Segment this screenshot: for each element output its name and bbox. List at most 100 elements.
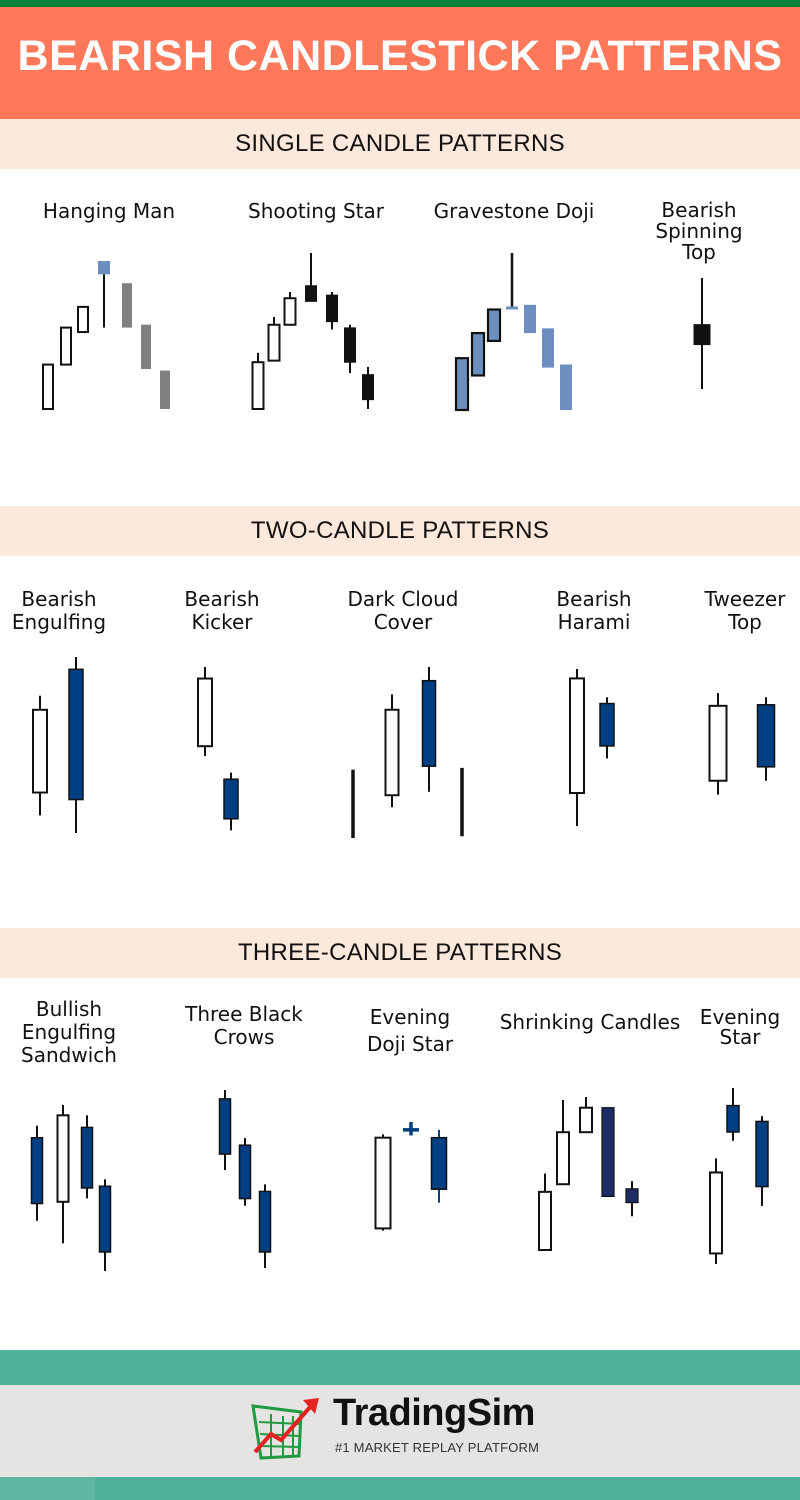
candle [384,694,400,808]
pattern-label-evening-doji-star: Evening Doji Star [366,1005,454,1056]
candle [258,1184,272,1268]
candle-body [524,304,536,334]
candle-body [579,1106,593,1134]
candle-body [251,361,265,411]
candle [42,363,54,411]
candle [430,1129,448,1203]
section-band-single: SINGLE CANDLE PATTERNS [0,119,800,169]
pattern-bearish-spinning-top [693,278,711,389]
candle [756,697,776,781]
candle [80,1115,94,1199]
brand-logo[interactable]: TradingSim #1 MARKET REPLAY PLATFORM [245,1390,545,1470]
candle-body [708,704,728,782]
candle [625,1181,639,1217]
candle-body [560,364,572,410]
candle-body [32,708,48,794]
section-heading: THREE-CANDLE PATTERNS [237,939,563,966]
candle-body [430,1136,448,1190]
candle-body [160,370,170,409]
candle [218,1090,232,1171]
section-band-three: THREE-CANDLE PATTERNS [0,928,800,978]
candle-body [569,677,585,795]
candle [601,1107,615,1198]
pattern-label-shooting-star: Shooting Star [248,199,384,223]
candle-body [344,327,356,363]
candle-body [218,1098,232,1155]
candle [726,1088,740,1141]
candle-body [197,677,213,748]
candle [68,657,84,833]
brand-tagline: #1 MARKET REPLAY PLATFORM [335,1440,540,1455]
candle [238,1138,252,1206]
pattern-label-dark-cloud-cover: Dark Cloud Cover [347,587,459,634]
candle [32,695,48,816]
candle [56,1104,70,1244]
footer-banner: TradingSim #1 MARKET REPLAY PLATFORM [0,1350,800,1500]
pattern-label-tweezer-top: Tweezer Top [704,587,786,634]
candle [693,278,711,389]
candle [569,669,585,826]
candle-body [755,1120,769,1188]
candle [542,328,554,368]
candle-body [693,324,711,346]
pattern-evening-doji-star [374,1122,448,1231]
candle [755,1116,769,1206]
candle [77,305,89,334]
pattern-bullish-engulfing-sandwich [30,1104,112,1271]
candle-body [362,374,374,401]
candle [506,253,518,310]
section-heading: TWO-CANDLE PATTERNS [250,517,550,544]
candle-body [77,305,89,334]
candle [305,253,317,302]
pattern-dark-cloud-cover [351,667,464,838]
candle [362,366,374,409]
candle [251,352,265,411]
candle [223,772,239,831]
footer-bg-bottom [0,1477,800,1500]
candle-body [374,1136,392,1230]
pattern-tweezer-top [708,693,776,795]
candle-body [238,1144,252,1200]
candle [538,1173,552,1251]
candle-body [60,326,72,366]
pattern-label-three-black-crows: Three Black Crows [185,1002,303,1049]
candle-body [98,261,110,275]
brand-name: TradingSim [333,1392,535,1434]
candle-body [326,294,338,323]
candle-body [122,283,132,328]
pattern-label-shrinking-candles: Shrinking Candles [499,1010,681,1034]
candle [122,283,132,328]
pattern-label-bearish-spinning-top: Bearish Spinning Top [655,198,743,264]
pattern-label-gravestone-doji: Gravestone Doji [433,199,595,223]
candle [267,316,281,362]
candle-body [601,1107,615,1198]
candle [326,292,338,330]
candle [141,324,151,370]
candle [160,370,170,409]
pattern-label-bearish-kicker: Bearish Kicker [184,587,260,634]
candle [524,304,536,334]
candle [560,364,572,410]
candle-body [625,1188,639,1204]
candle [579,1097,593,1134]
pattern-shooting-star [251,253,374,411]
candle-body [470,331,486,377]
candle-body [258,1190,272,1253]
candle-body [454,357,470,412]
candle-body [283,297,297,326]
pattern-label-bullish-engulfing-sandwich: Bullish Engulfing Sandwich [21,997,117,1067]
pattern-label-bearish-harami: Bearish Harami [556,587,632,634]
pattern-gravestone-doji [454,253,572,412]
section-heading: SINGLE CANDLE PATTERNS [235,130,565,157]
candle [374,1134,392,1231]
candle [403,1122,419,1136]
candle-body [556,1131,570,1186]
page-header: BEARISH CANDLESTICK PATTERNS [0,7,800,119]
pattern-bearish-kicker [197,667,239,831]
candle [486,308,502,343]
candle-body [141,324,151,370]
candle-body [542,328,554,368]
candle-body [421,679,437,767]
candle [283,292,297,326]
candle [599,697,615,759]
